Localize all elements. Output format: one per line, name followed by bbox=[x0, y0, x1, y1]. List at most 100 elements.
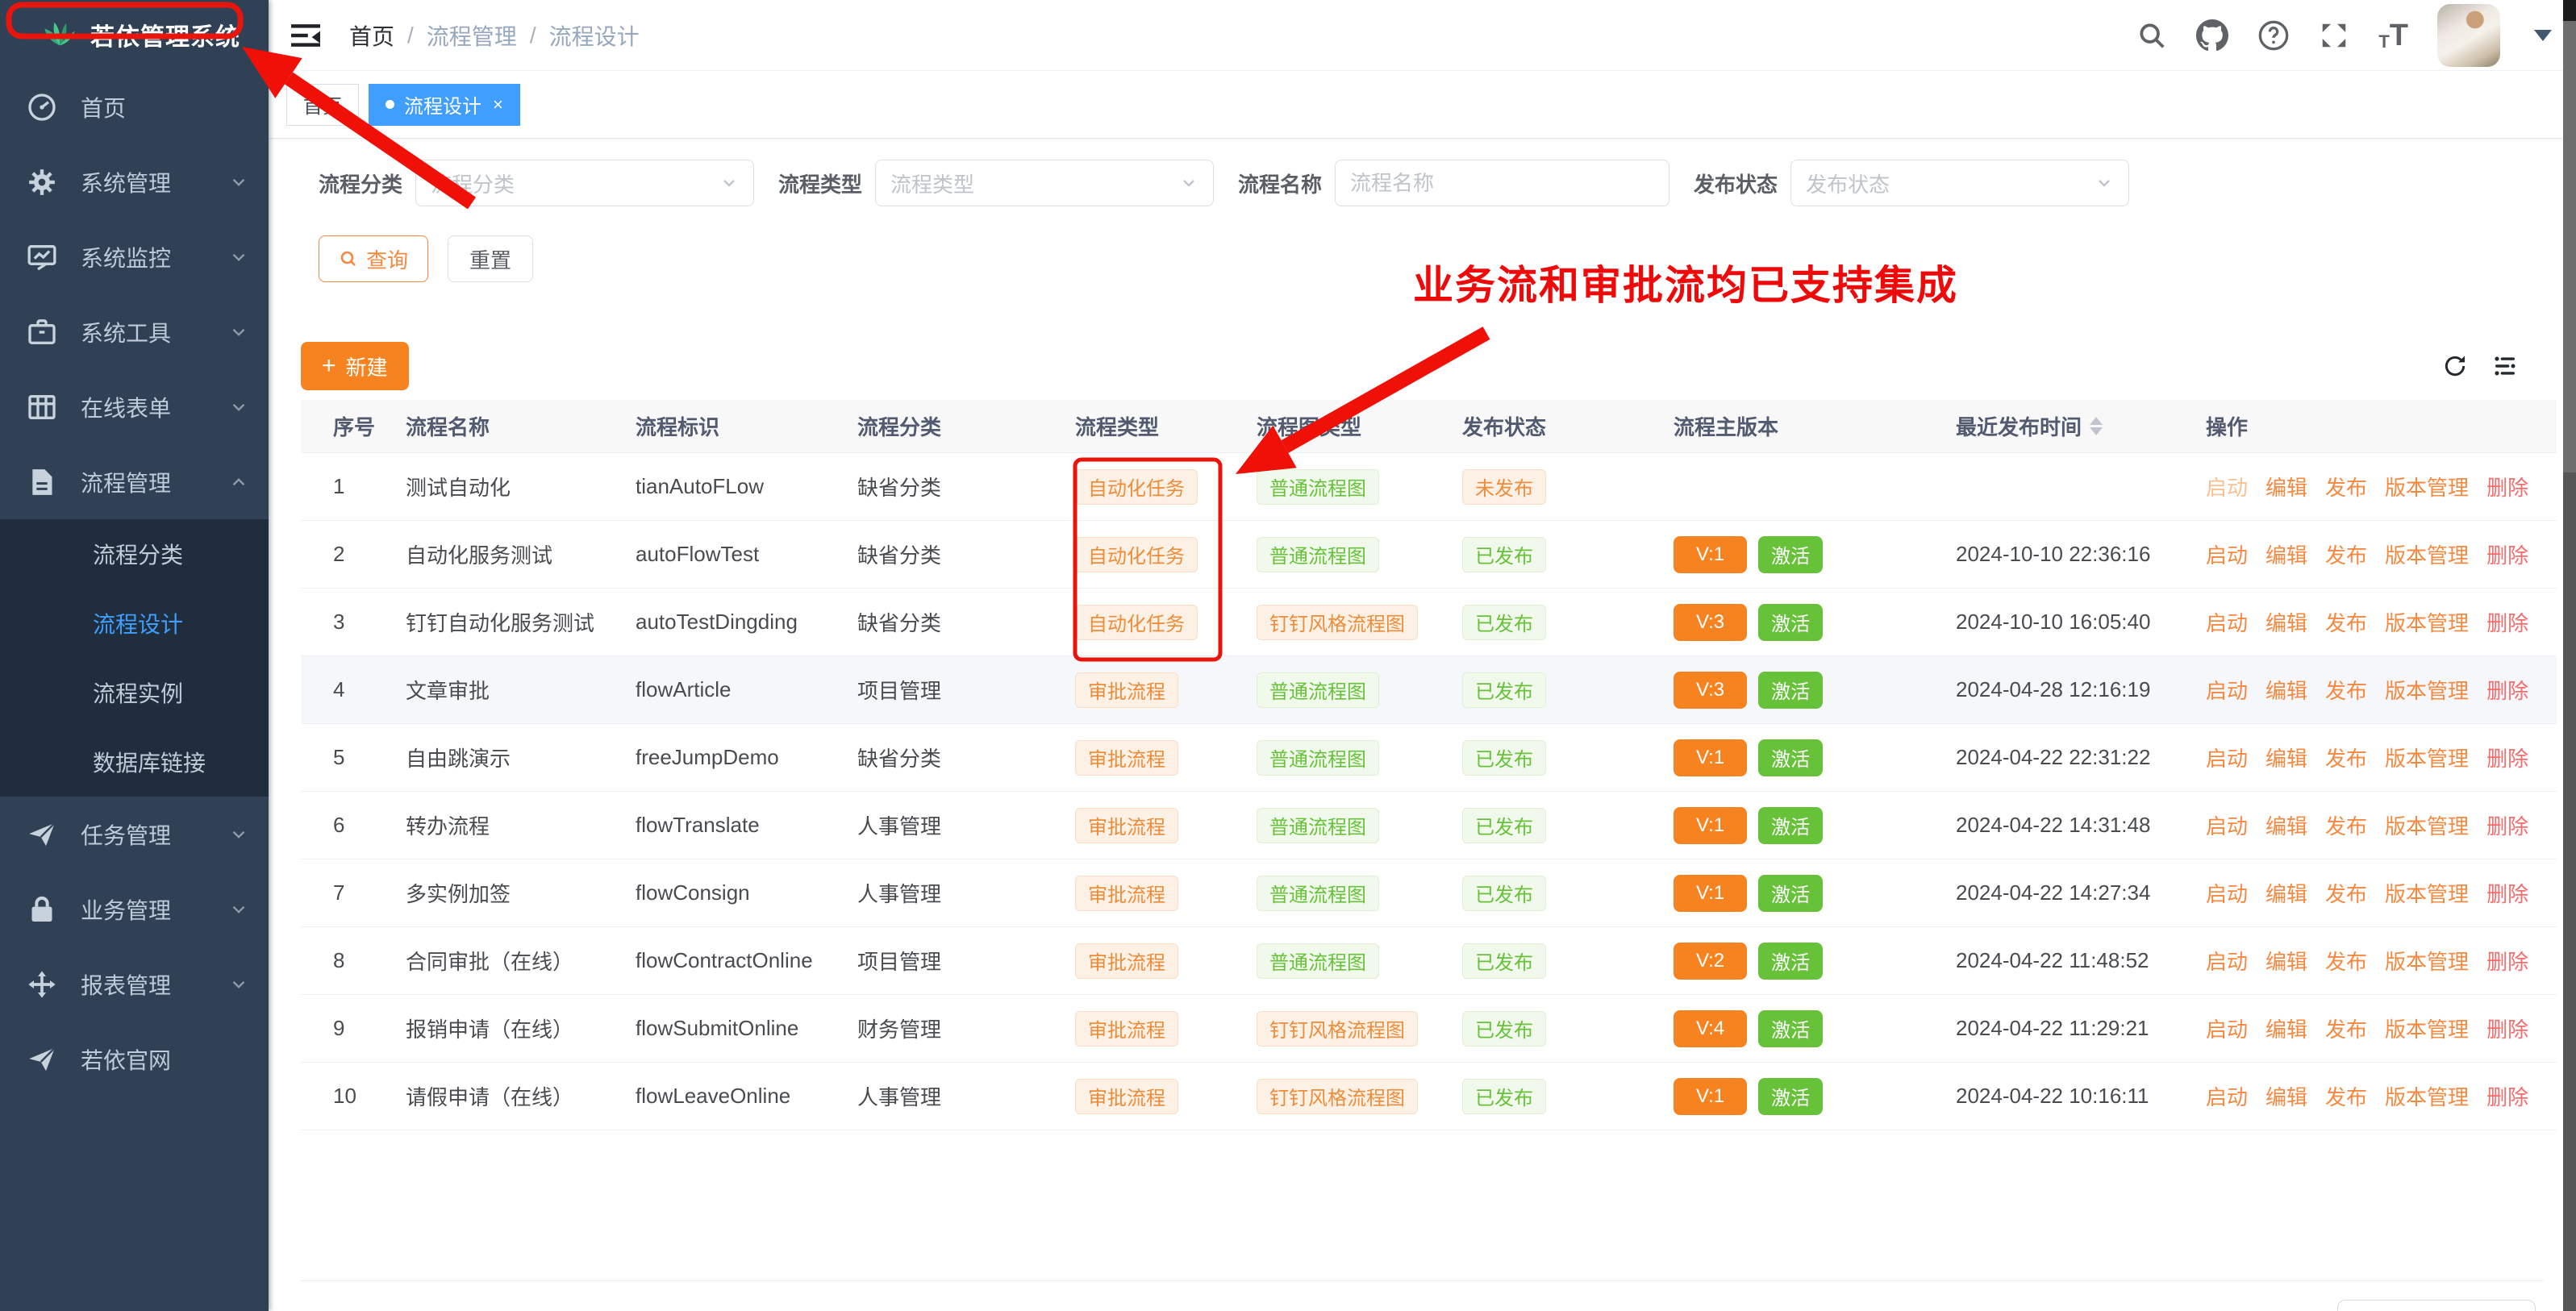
search-button[interactable]: 查询 bbox=[319, 235, 428, 282]
sidebar-item-系统工具[interactable]: 系统工具 bbox=[0, 294, 269, 369]
github-icon[interactable] bbox=[2196, 19, 2228, 52]
column-header-最近发布时间[interactable]: 最近发布时间 bbox=[1956, 411, 2206, 441]
sidebar-subitem-流程分类[interactable]: 流程分类 bbox=[0, 519, 269, 589]
active-button[interactable]: 激活 bbox=[1758, 739, 1823, 776]
action-删除[interactable]: 删除 bbox=[2486, 878, 2528, 908]
action-版本管理[interactable]: 版本管理 bbox=[2385, 743, 2469, 772]
action-版本管理[interactable]: 版本管理 bbox=[2385, 946, 2469, 976]
action-编辑[interactable]: 编辑 bbox=[2265, 810, 2307, 840]
version-button[interactable]: V:2 bbox=[1674, 943, 1747, 980]
sidebar-item-若依官网[interactable]: 若依官网 bbox=[0, 1022, 269, 1097]
action-删除[interactable]: 删除 bbox=[2486, 1081, 2528, 1111]
sidebar-item-系统监控[interactable]: 系统监控 bbox=[0, 219, 269, 294]
close-icon[interactable]: × bbox=[493, 94, 503, 115]
pagination-size-select[interactable] bbox=[2337, 1300, 2536, 1311]
action-编辑[interactable]: 编辑 bbox=[2265, 878, 2307, 908]
action-启动[interactable]: 启动 bbox=[2206, 539, 2248, 569]
version-button[interactable]: V:1 bbox=[1674, 807, 1747, 844]
action-版本管理[interactable]: 版本管理 bbox=[2385, 675, 2469, 705]
refresh-icon[interactable] bbox=[2442, 353, 2468, 379]
version-button[interactable]: V:1 bbox=[1674, 536, 1747, 573]
action-编辑[interactable]: 编辑 bbox=[2265, 607, 2307, 637]
action-发布[interactable]: 发布 bbox=[2325, 946, 2367, 976]
sidebar-item-流程管理[interactable]: 流程管理 bbox=[0, 444, 269, 519]
help-icon[interactable] bbox=[2257, 19, 2290, 52]
active-button[interactable]: 激活 bbox=[1758, 875, 1823, 912]
breadcrumb-item-流程设计[interactable]: 流程设计 bbox=[549, 19, 640, 52]
version-button[interactable]: V:1 bbox=[1674, 1078, 1747, 1115]
action-发布[interactable]: 发布 bbox=[2325, 675, 2367, 705]
version-button[interactable]: V:3 bbox=[1674, 604, 1747, 641]
sidebar-toggle-icon[interactable] bbox=[288, 18, 323, 53]
action-编辑[interactable]: 编辑 bbox=[2265, 1081, 2307, 1111]
action-版本管理[interactable]: 版本管理 bbox=[2385, 878, 2469, 908]
version-button[interactable]: V:3 bbox=[1674, 672, 1747, 709]
action-删除[interactable]: 删除 bbox=[2486, 946, 2528, 976]
category-select[interactable]: 流程分类 bbox=[415, 160, 754, 206]
fullscreen-icon[interactable] bbox=[2319, 20, 2349, 51]
action-启动[interactable]: 启动 bbox=[2206, 810, 2248, 840]
action-版本管理[interactable]: 版本管理 bbox=[2385, 472, 2469, 502]
sidebar-item-报表管理[interactable]: 报表管理 bbox=[0, 947, 269, 1022]
caret-down-icon[interactable] bbox=[2534, 30, 2552, 41]
action-发布[interactable]: 发布 bbox=[2325, 472, 2367, 502]
sidebar-item-系统管理[interactable]: 系统管理 bbox=[0, 144, 269, 219]
column-settings-icon[interactable] bbox=[2492, 353, 2518, 379]
tab-首页[interactable]: 首页 bbox=[286, 84, 359, 126]
action-启动[interactable]: 启动 bbox=[2206, 675, 2248, 705]
sidebar-subitem-数据库链接[interactable]: 数据库链接 bbox=[0, 727, 269, 797]
active-button[interactable]: 激活 bbox=[1758, 1078, 1823, 1115]
sort-caret-icon[interactable] bbox=[2090, 417, 2103, 435]
action-发布[interactable]: 发布 bbox=[2325, 878, 2367, 908]
search-icon[interactable] bbox=[2136, 20, 2167, 51]
app-logo[interactable]: 若依管理系统 bbox=[0, 0, 269, 69]
action-编辑[interactable]: 编辑 bbox=[2265, 675, 2307, 705]
action-启动[interactable]: 启动 bbox=[2206, 1013, 2248, 1043]
sidebar-item-在线表单[interactable]: 在线表单 bbox=[0, 369, 269, 444]
action-启动[interactable]: 启动 bbox=[2206, 878, 2248, 908]
active-button[interactable]: 激活 bbox=[1758, 1010, 1823, 1047]
avatar[interactable] bbox=[2437, 4, 2500, 67]
action-版本管理[interactable]: 版本管理 bbox=[2385, 607, 2469, 637]
create-button[interactable]: + 新建 bbox=[301, 342, 409, 390]
action-编辑[interactable]: 编辑 bbox=[2265, 743, 2307, 772]
action-版本管理[interactable]: 版本管理 bbox=[2385, 1081, 2469, 1111]
active-button[interactable]: 激活 bbox=[1758, 672, 1823, 709]
action-发布[interactable]: 发布 bbox=[2325, 810, 2367, 840]
active-button[interactable]: 激活 bbox=[1758, 943, 1823, 980]
active-button[interactable]: 激活 bbox=[1758, 536, 1823, 573]
action-编辑[interactable]: 编辑 bbox=[2265, 539, 2307, 569]
action-启动[interactable]: 启动 bbox=[2206, 743, 2248, 772]
action-版本管理[interactable]: 版本管理 bbox=[2385, 810, 2469, 840]
action-发布[interactable]: 发布 bbox=[2325, 1081, 2367, 1111]
action-启动[interactable]: 启动 bbox=[2206, 946, 2248, 976]
action-删除[interactable]: 删除 bbox=[2486, 675, 2528, 705]
sidebar-item-业务管理[interactable]: 业务管理 bbox=[0, 872, 269, 947]
action-删除[interactable]: 删除 bbox=[2486, 607, 2528, 637]
sidebar-item-首页[interactable]: 首页 bbox=[0, 69, 269, 144]
active-button[interactable]: 激活 bbox=[1758, 807, 1823, 844]
breadcrumb-item-流程管理[interactable]: 流程管理 bbox=[427, 19, 517, 52]
action-删除[interactable]: 删除 bbox=[2486, 810, 2528, 840]
breadcrumb-item-首页[interactable]: 首页 bbox=[349, 19, 394, 52]
reset-button[interactable]: 重置 bbox=[448, 235, 533, 282]
tab-流程设计[interactable]: 流程设计× bbox=[369, 84, 520, 126]
version-button[interactable]: V:1 bbox=[1674, 875, 1747, 912]
name-input[interactable] bbox=[1335, 160, 1669, 206]
sidebar-subitem-流程实例[interactable]: 流程实例 bbox=[0, 658, 269, 727]
action-启动[interactable]: 启动 bbox=[2206, 607, 2248, 637]
action-编辑[interactable]: 编辑 bbox=[2265, 946, 2307, 976]
active-button[interactable]: 激活 bbox=[1758, 604, 1823, 641]
action-版本管理[interactable]: 版本管理 bbox=[2385, 1013, 2469, 1043]
action-启动[interactable]: 启动 bbox=[2206, 472, 2248, 502]
action-删除[interactable]: 删除 bbox=[2486, 539, 2528, 569]
action-启动[interactable]: 启动 bbox=[2206, 1081, 2248, 1111]
version-button[interactable]: V:4 bbox=[1674, 1010, 1747, 1047]
action-发布[interactable]: 发布 bbox=[2325, 743, 2367, 772]
sidebar-subitem-流程设计[interactable]: 流程设计 bbox=[0, 589, 269, 658]
action-发布[interactable]: 发布 bbox=[2325, 539, 2367, 569]
action-编辑[interactable]: 编辑 bbox=[2265, 472, 2307, 502]
type-select[interactable]: 流程类型 bbox=[875, 160, 1214, 206]
page-scrollbar[interactable] bbox=[2563, 0, 2576, 1311]
status-select[interactable]: 发布状态 bbox=[1790, 160, 2129, 206]
